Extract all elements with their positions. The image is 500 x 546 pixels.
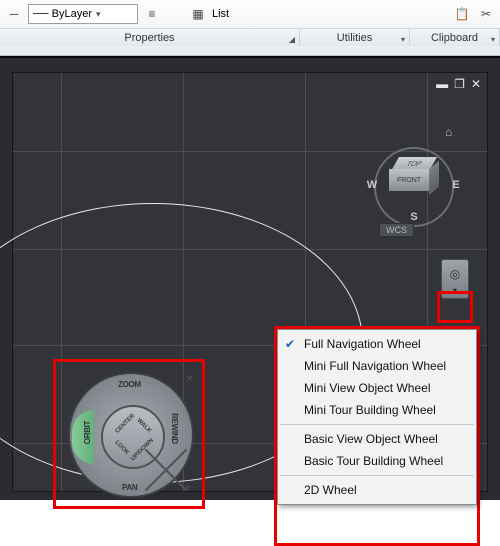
drawing-area[interactable]: ▬ ❐ ✕ ⌂ W E S TOP FRONT <box>12 72 488 492</box>
panel-properties[interactable]: Properties ◢ <box>0 29 300 46</box>
annotation-highlight <box>437 291 473 323</box>
linetype-icon[interactable]: ─ <box>4 4 24 24</box>
wheel-close-icon[interactable]: ✕ <box>186 374 194 385</box>
menu-item-full-nav[interactable]: ✔ Full Navigation Wheel <box>278 333 476 355</box>
menu-item-label: Basic View Object Wheel <box>304 432 438 446</box>
wheel-orbit[interactable]: ORBIT <box>83 421 92 444</box>
panel-clipboard[interactable]: Clipboard ▾ <box>410 29 500 46</box>
menu-separator <box>280 424 474 425</box>
wheel-context-menu: ✔ Full Navigation Wheel Mini Full Naviga… <box>277 329 477 505</box>
check-icon: ✔ <box>285 337 295 351</box>
list-icon[interactable]: ▦ <box>188 4 208 24</box>
lineweight-icon[interactable]: ≡ <box>142 4 162 24</box>
menu-item-mini-tour[interactable]: Mini Tour Building Wheel <box>278 399 476 421</box>
viewcube[interactable]: ⌂ W E S TOP FRONT WCS <box>369 119 459 229</box>
menu-item-basic-view[interactable]: Basic View Object Wheel <box>278 428 476 450</box>
dir-west[interactable]: W <box>365 179 379 191</box>
panel-utilities[interactable]: Utilities ▾ <box>300 29 410 46</box>
layer-combo[interactable]: ── ByLayer▾ <box>28 4 138 24</box>
menu-separator <box>280 475 474 476</box>
menu-item-label: Basic Tour Building Wheel <box>304 454 443 468</box>
menu-item-label: Mini Tour Building Wheel <box>304 403 436 417</box>
annotation-highlight-wheel: ZOOM ORBIT REWIND PAN CENTER WALK LOOK U… <box>53 359 205 509</box>
menu-item-label: Mini Full Navigation Wheel <box>304 359 446 373</box>
steering-wheel-icon[interactable]: ◎ <box>444 263 466 285</box>
wheel-zoom[interactable]: ZOOM <box>118 380 141 389</box>
paste-icon[interactable]: 📋 <box>452 4 472 24</box>
menu-item-label: 2D Wheel <box>304 483 357 497</box>
panel-properties-label: Properties <box>124 32 174 44</box>
layer-combo-text: ByLayer <box>52 8 92 20</box>
panel-expand-icon[interactable]: ▾ <box>401 35 405 44</box>
cube[interactable]: TOP FRONT <box>389 157 439 199</box>
menu-item-mini-view[interactable]: Mini View Object Wheel <box>278 377 476 399</box>
clip-icon[interactable]: ✂ <box>476 4 496 24</box>
model-viewport[interactable]: ▬ ❐ ✕ ⌂ W E S TOP FRONT <box>0 56 500 500</box>
wheel-inner[interactable]: CENTER WALK LOOK UP/DOWN <box>101 405 165 469</box>
dir-south[interactable]: S <box>407 211 421 223</box>
ribbon-panels: Properties ◢ Utilities ▾ Clipboard ▾ <box>0 28 500 46</box>
ribbon-row-controls: ─ ── ByLayer▾ ≡ ▦ List 📋 ✂ <box>0 0 500 28</box>
ribbon: ─ ── ByLayer▾ ≡ ▦ List 📋 ✂ Properties ◢ … <box>0 0 500 56</box>
menu-item-label: Full Navigation Wheel <box>304 337 421 351</box>
menu-item-mini-full[interactable]: Mini Full Navigation Wheel <box>278 355 476 377</box>
panel-expand-icon[interactable]: ▾ <box>491 35 495 44</box>
wcs-label[interactable]: WCS <box>379 223 414 237</box>
menu-item-basic-tour[interactable]: Basic Tour Building Wheel <box>278 450 476 472</box>
home-icon[interactable]: ⌂ <box>445 125 459 139</box>
wheel-walk[interactable]: WALK <box>136 418 153 435</box>
steering-wheel[interactable]: ZOOM ORBIT REWIND PAN CENTER WALK LOOK U… <box>68 372 194 498</box>
panel-utilities-label: Utilities <box>337 32 372 44</box>
panel-expand-icon[interactable]: ◢ <box>289 35 295 44</box>
menu-item-2d[interactable]: 2D Wheel <box>278 479 476 501</box>
wheel-look[interactable]: LOOK <box>113 440 130 457</box>
menu-item-label: Mini View Object Wheel <box>304 381 431 395</box>
list-label: List <box>212 8 229 20</box>
wheel-dropdown-icon[interactable]: ▾ <box>185 483 190 494</box>
cube-front[interactable]: FRONT <box>389 169 429 191</box>
wheel-center[interactable]: CENTER <box>114 413 136 435</box>
dir-east[interactable]: E <box>449 179 463 191</box>
panel-clipboard-label: Clipboard <box>431 32 478 44</box>
